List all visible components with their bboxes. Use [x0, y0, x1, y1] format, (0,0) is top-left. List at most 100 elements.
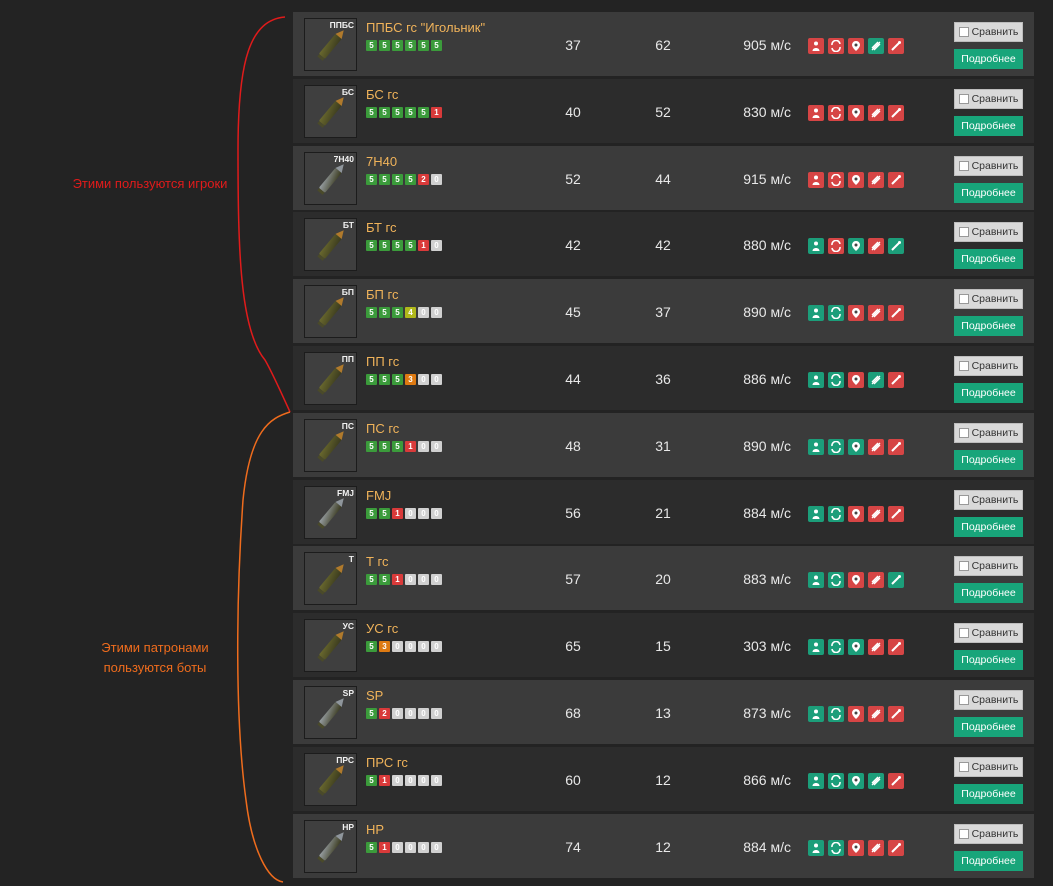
compare-checkbox[interactable] — [958, 494, 969, 505]
compare-button[interactable]: Сравнить — [954, 556, 1023, 577]
ammo-name[interactable]: HP — [366, 822, 384, 837]
details-button[interactable]: Подробнее — [954, 650, 1023, 671]
bleed-icon — [888, 639, 904, 656]
ammo-thumbnail[interactable]: ПРС — [304, 752, 357, 806]
ammo-code: ППБС — [329, 20, 354, 30]
compare-checkbox[interactable] — [958, 694, 969, 705]
fragment-icon — [848, 438, 864, 455]
details-button[interactable]: Подробнее — [954, 316, 1023, 337]
ammo-name[interactable]: FMJ — [366, 488, 391, 503]
ammo-name[interactable]: ППБС гс "Игольник" — [366, 20, 485, 35]
armor-effectiveness: 555551 — [366, 106, 442, 118]
armor-class-badge: 5 — [405, 173, 416, 185]
ammo-thumbnail[interactable]: FMJ — [304, 485, 357, 539]
armor-class-badge: 0 — [431, 307, 442, 319]
details-button[interactable]: Подробнее — [954, 583, 1023, 604]
compare-checkbox[interactable] — [958, 360, 969, 371]
compare-button[interactable]: Сравнить — [954, 222, 1023, 243]
ammo-name[interactable]: УС гс — [366, 621, 398, 636]
details-button[interactable]: Подробнее — [954, 850, 1023, 871]
compare-button[interactable]: Сравнить — [954, 489, 1023, 510]
ammo-thumbnail[interactable]: БП — [304, 285, 357, 339]
ammo-name[interactable]: ПРС гс — [366, 755, 408, 770]
ammo-thumbnail[interactable]: УС — [304, 619, 357, 673]
ammo-name[interactable]: БС гс — [366, 87, 398, 102]
ammo-thumbnail[interactable]: БС — [304, 84, 357, 138]
compare-label: Сравнить — [971, 26, 1019, 38]
details-button[interactable]: Подробнее — [954, 49, 1023, 69]
details-button[interactable]: Подробнее — [954, 115, 1023, 136]
armor-class-badge: 5 — [366, 106, 377, 118]
compare-button[interactable]: Сравнить — [954, 689, 1023, 710]
compare-checkbox[interactable] — [958, 27, 969, 37]
ammo-thumbnail[interactable]: ПП — [304, 351, 357, 405]
compare-button[interactable]: Сравнить — [954, 756, 1023, 777]
details-button[interactable]: Подробнее — [954, 182, 1023, 203]
velocity-value: 884 м/с — [743, 504, 791, 521]
ammo-name[interactable]: Т гс — [366, 554, 389, 569]
bleed-icon — [888, 572, 904, 589]
tracer-icon — [868, 371, 884, 388]
damage-value: 40 — [565, 103, 581, 120]
velocity-value: 880 м/с — [743, 237, 791, 254]
ammo-code: БП — [341, 287, 354, 298]
ammo-thumbnail[interactable]: Т — [304, 552, 357, 606]
compare-button[interactable]: Сравнить — [954, 289, 1023, 310]
compare-checkbox[interactable] — [958, 761, 969, 772]
details-button[interactable]: Подробнее — [954, 382, 1023, 403]
ammo-thumbnail[interactable]: ПС — [304, 418, 357, 472]
compare-button[interactable]: Сравнить — [954, 88, 1023, 109]
penetration-value: 15 — [655, 638, 671, 655]
ammo-name[interactable]: ПП гс — [366, 354, 399, 369]
ammo-thumbnail[interactable]: ППБС — [304, 18, 357, 71]
details-button[interactable]: Подробнее — [954, 516, 1023, 537]
compare-button[interactable]: Сравнить — [954, 623, 1023, 644]
compare-button[interactable]: Сравнить — [954, 22, 1023, 42]
compare-checkbox[interactable] — [958, 828, 969, 839]
compare-checkbox[interactable] — [958, 227, 969, 238]
armor-class-badge: 0 — [405, 707, 416, 719]
property-icons — [808, 104, 904, 121]
armor-class-badge: 0 — [418, 440, 429, 452]
details-button[interactable]: Подробнее — [954, 449, 1023, 470]
penetration-value: 62 — [655, 37, 671, 53]
ammo-name[interactable]: БП гс — [366, 287, 398, 302]
armor-class-badge: 5 — [379, 574, 390, 586]
compare-checkbox[interactable] — [958, 160, 969, 171]
damage-value: 52 — [565, 170, 581, 187]
compare-label: Сравнить — [971, 627, 1019, 640]
ammo-thumbnail[interactable]: SP — [304, 685, 357, 739]
ammo-name[interactable]: ПС гс — [366, 421, 399, 436]
ammo-thumbnail[interactable]: 7Н40 — [304, 151, 357, 205]
armor-class-badge: 5 — [418, 40, 429, 51]
compare-checkbox[interactable] — [958, 561, 969, 572]
compare-checkbox[interactable] — [958, 294, 969, 305]
property-icons — [808, 438, 904, 455]
damage-value: 60 — [565, 771, 581, 788]
ammo-name[interactable]: SP — [366, 688, 383, 703]
ammo-thumbnail[interactable]: HP — [304, 819, 357, 873]
velocity-value: 915 м/с — [743, 170, 791, 187]
compare-checkbox[interactable] — [958, 628, 969, 639]
details-button[interactable]: Подробнее — [954, 249, 1023, 270]
ammo-code: FMJ — [337, 487, 354, 498]
compare-button[interactable]: Сравнить — [954, 355, 1023, 376]
ammo-thumbnail[interactable]: БТ — [304, 218, 357, 272]
compare-checkbox[interactable] — [958, 93, 969, 104]
fragment-icon — [848, 639, 864, 656]
ammo-name[interactable]: 7Н40 — [366, 154, 397, 169]
ammo-name[interactable]: БТ гс — [366, 220, 396, 235]
armor-class-badge: 5 — [366, 440, 377, 452]
armor-class-badge: 5 — [379, 440, 390, 452]
details-button[interactable]: Подробнее — [954, 783, 1023, 804]
compare-button[interactable]: Сравнить — [954, 155, 1023, 176]
compare-button[interactable]: Сравнить — [954, 422, 1023, 443]
ammo-row: HP HP 5 1 0 0 0 0 74 12 884 м/с Сравнить Подробнее — [293, 813, 1034, 878]
compare-checkbox[interactable] — [958, 427, 969, 438]
compare-button[interactable]: Сравнить — [954, 823, 1023, 844]
armor-class-badge: 5 — [418, 106, 429, 118]
armor-class-badge: 5 — [366, 841, 377, 853]
details-button[interactable]: Подробнее — [954, 716, 1023, 737]
fragment-icon — [848, 772, 864, 789]
armor-effectiveness: 520000 — [366, 707, 442, 719]
